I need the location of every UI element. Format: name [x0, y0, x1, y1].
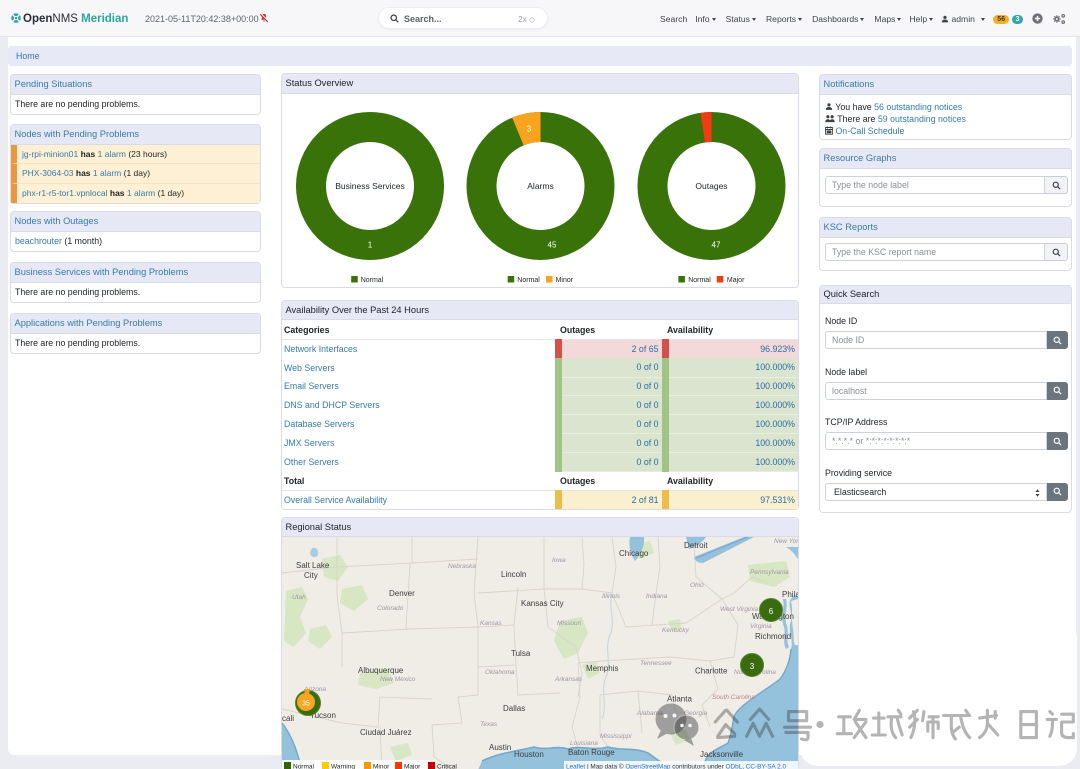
svg-text:Normal: Normal: [293, 764, 315, 769]
svg-text:Mississippi: Mississippi: [600, 733, 632, 740]
svg-text:Leaflet | Map data © OpenStree: Leaflet | Map data © OpenStreetMap contr…: [566, 763, 786, 769]
svg-text:Business Services: Business Services: [335, 181, 404, 191]
svg-text:Missouri: Missouri: [557, 620, 582, 627]
svg-text:Austin: Austin: [489, 743, 511, 752]
svg-text:Kansas City: Kansas City: [521, 599, 564, 608]
svg-text:3: 3: [527, 125, 532, 134]
svg-text:Denver: Denver: [389, 589, 415, 598]
svg-text:Illinois: Illinois: [602, 593, 621, 600]
svg-text:Warning: Warning: [331, 764, 355, 769]
svg-text:45: 45: [548, 241, 557, 250]
svg-text:Colorado: Colorado: [377, 605, 404, 612]
svg-text:cali: cali: [282, 714, 294, 723]
svg-text:3: 3: [750, 662, 755, 671]
svg-text:Normal: Normal: [517, 277, 540, 284]
svg-text:Major: Major: [404, 764, 421, 769]
svg-text:Normal: Normal: [688, 277, 711, 284]
svg-text:Tulsa: Tulsa: [511, 649, 531, 658]
svg-text:Pennsylvania: Pennsylvania: [750, 569, 789, 576]
svg-text:Detroit: Detroit: [684, 541, 708, 550]
svg-text:Richmond: Richmond: [755, 632, 791, 641]
svg-text:New York: New York: [774, 538, 798, 545]
svg-text:Texas: Texas: [480, 721, 498, 728]
svg-text:Charlotte: Charlotte: [695, 667, 728, 676]
svg-text:Houston: Houston: [514, 750, 544, 759]
svg-text:1: 1: [368, 241, 373, 250]
svg-text:Critical: Critical: [437, 764, 457, 769]
svg-text:35: 35: [302, 701, 310, 708]
svg-text:Utah: Utah: [292, 594, 306, 601]
svg-text:Philad: Philad: [782, 590, 798, 599]
svg-text:Ohio: Ohio: [690, 582, 704, 589]
svg-text:Virginia: Virginia: [750, 623, 772, 630]
svg-text:Louisiana: Louisiana: [570, 740, 598, 747]
svg-text:47: 47: [712, 241, 721, 250]
svg-text:Arkansas: Arkansas: [554, 676, 583, 683]
svg-text:Dallas: Dallas: [503, 704, 525, 713]
svg-text:Nebraska: Nebraska: [448, 563, 476, 570]
svg-text:Minor: Minor: [556, 277, 574, 284]
svg-text:Kansas: Kansas: [480, 620, 502, 627]
svg-text:Salt Lake: Salt Lake: [296, 561, 330, 570]
svg-text:Minor: Minor: [373, 764, 390, 769]
svg-text:Iowa: Iowa: [552, 557, 566, 564]
svg-text:Albuquerque: Albuquerque: [358, 666, 404, 675]
svg-text:New Mexico: New Mexico: [380, 676, 416, 683]
svg-text:Outages: Outages: [695, 181, 727, 191]
svg-text:City: City: [304, 571, 318, 580]
svg-text:Tennessee: Tennessee: [640, 660, 672, 667]
svg-text:Chicago: Chicago: [619, 549, 649, 558]
svg-text:Oklahoma: Oklahoma: [485, 669, 515, 676]
svg-text:Normal: Normal: [361, 277, 384, 284]
svg-text:Major: Major: [727, 277, 745, 284]
svg-text:Indiana: Indiana: [646, 593, 668, 600]
svg-text:Lincoln: Lincoln: [501, 570, 526, 579]
svg-text:Memphis: Memphis: [586, 664, 618, 673]
svg-text:Baton Rouge: Baton Rouge: [568, 748, 615, 757]
svg-text:Ciudad Juárez: Ciudad Juárez: [360, 728, 412, 737]
svg-text:Kentucky: Kentucky: [662, 627, 689, 634]
svg-text:Alarms: Alarms: [527, 181, 553, 191]
svg-text:6: 6: [769, 607, 774, 616]
